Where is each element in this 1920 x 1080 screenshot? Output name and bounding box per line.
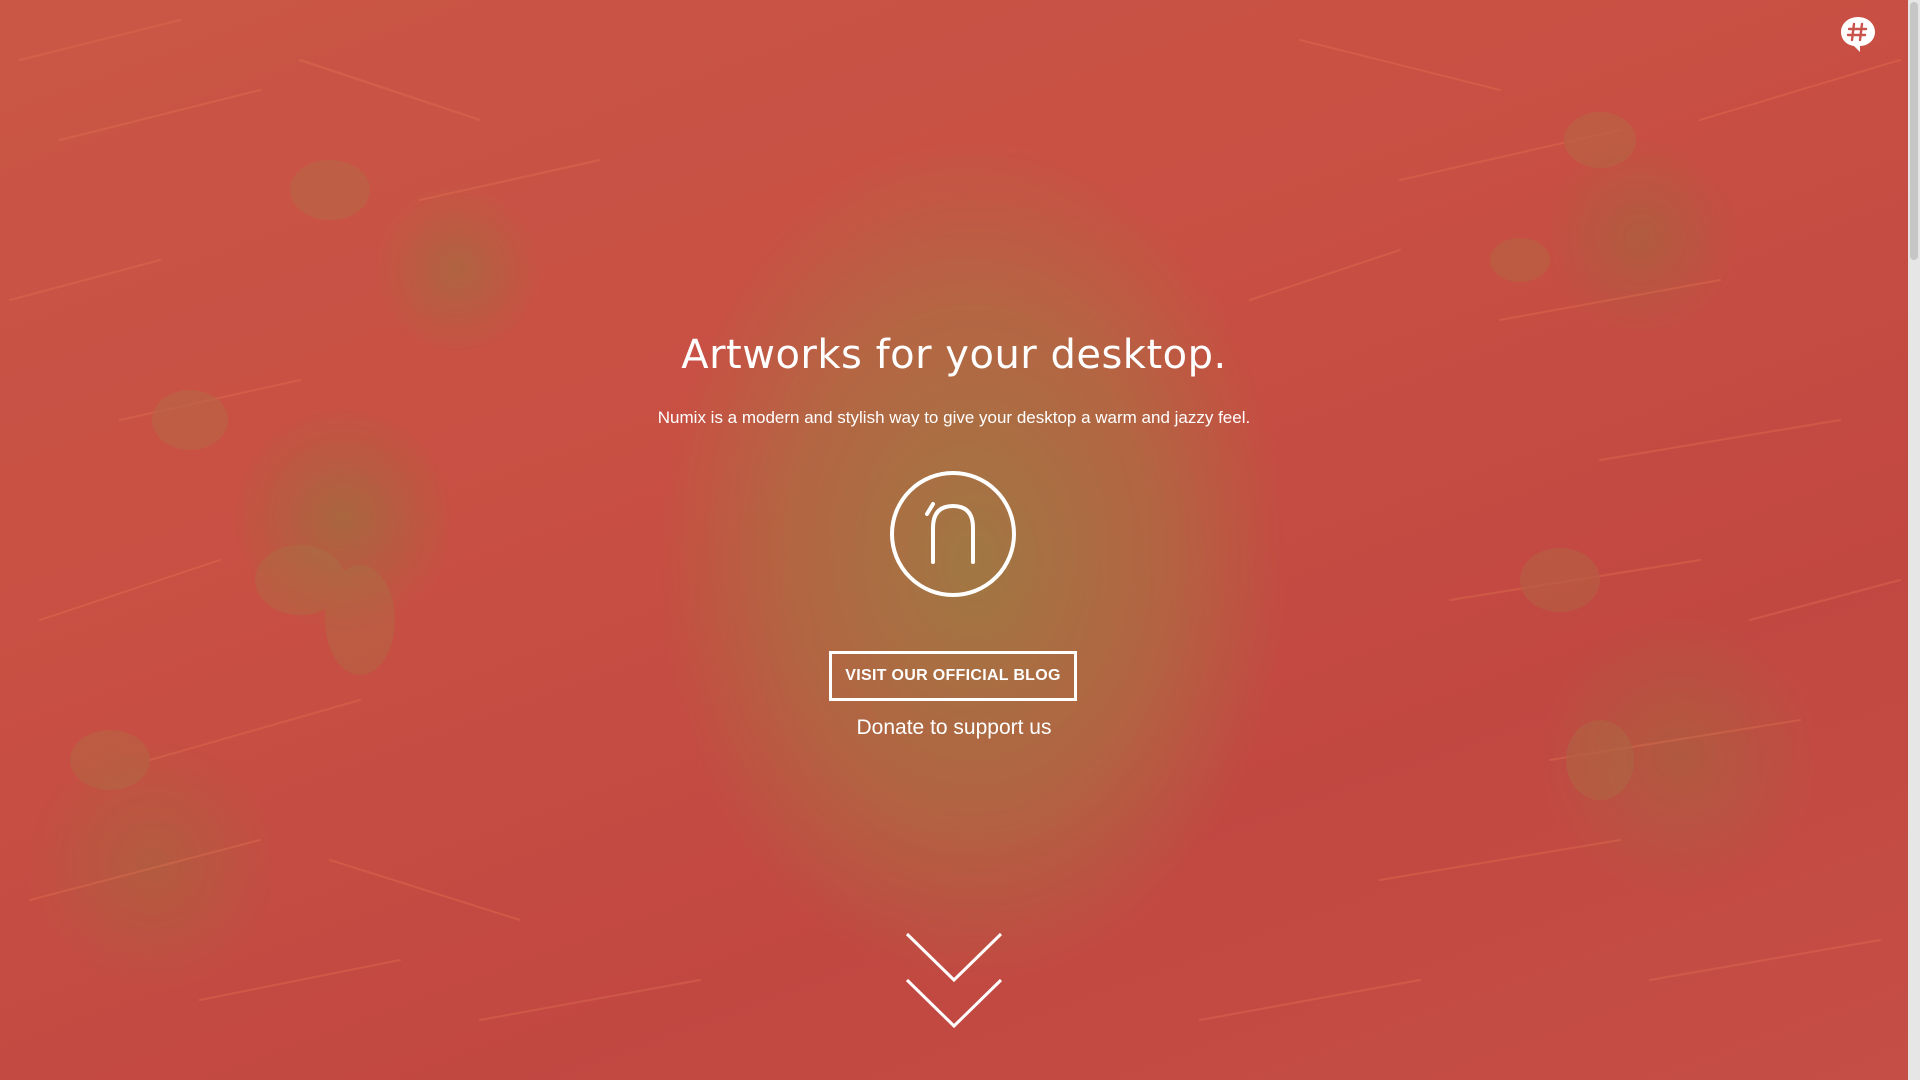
double-chevron-down-icon[interactable] bbox=[905, 930, 1003, 1030]
hash-chat-bubble-icon[interactable] bbox=[1838, 14, 1878, 54]
hero-subtitle: Numix is a modern and stylish way to giv… bbox=[657, 408, 1251, 427]
donate-link[interactable]: Donate to support us bbox=[0, 716, 1908, 740]
numix-logo-icon bbox=[890, 471, 1016, 597]
page: Artworks for your desktop. Numix is a mo… bbox=[0, 0, 1920, 1080]
scrollbar[interactable] bbox=[1908, 0, 1920, 1080]
hero-title: Artworks for your desktop. bbox=[681, 332, 1227, 378]
hero-content: Artworks for your desktop. Numix is a mo… bbox=[0, 0, 1908, 1080]
scrollbar-thumb[interactable] bbox=[1910, 2, 1918, 260]
visit-blog-button[interactable]: VISIT OUR OFFICIAL BLOG bbox=[829, 651, 1077, 701]
